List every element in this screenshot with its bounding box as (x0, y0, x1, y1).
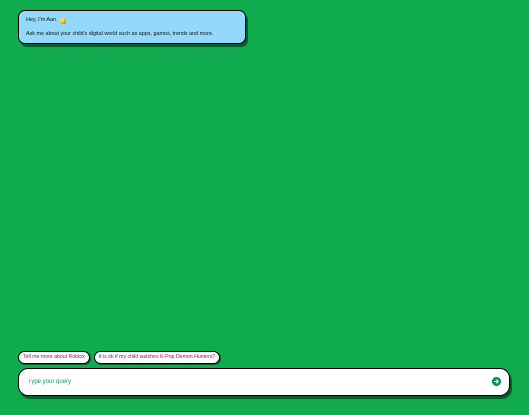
greeting-line: Hey, I'm Aan. (26, 17, 238, 24)
send-button[interactable] (492, 377, 501, 386)
chat-app: Hey, I'm Aan. Ask me about your child's … (0, 0, 529, 415)
intro-text: Ask me about your child's digital world … (26, 31, 214, 37)
suggestion-chip-roblox[interactable]: Tell me more about Roblox (18, 351, 90, 364)
query-bar (18, 368, 510, 396)
bot-message-bubble: Hey, I'm Aan. Ask me about your child's … (18, 10, 246, 44)
waving-hand-icon (59, 17, 66, 24)
arrow-right-circle-icon (492, 377, 501, 386)
query-input[interactable] (28, 374, 478, 390)
suggestion-chips: Tell me more about Roblox It is ok if my… (18, 351, 221, 364)
greeting-text: Hey, I'm Aan. (26, 17, 58, 23)
suggestion-chip-kpop[interactable]: It is ok if my child watches K-Pop Demon… (93, 351, 221, 364)
